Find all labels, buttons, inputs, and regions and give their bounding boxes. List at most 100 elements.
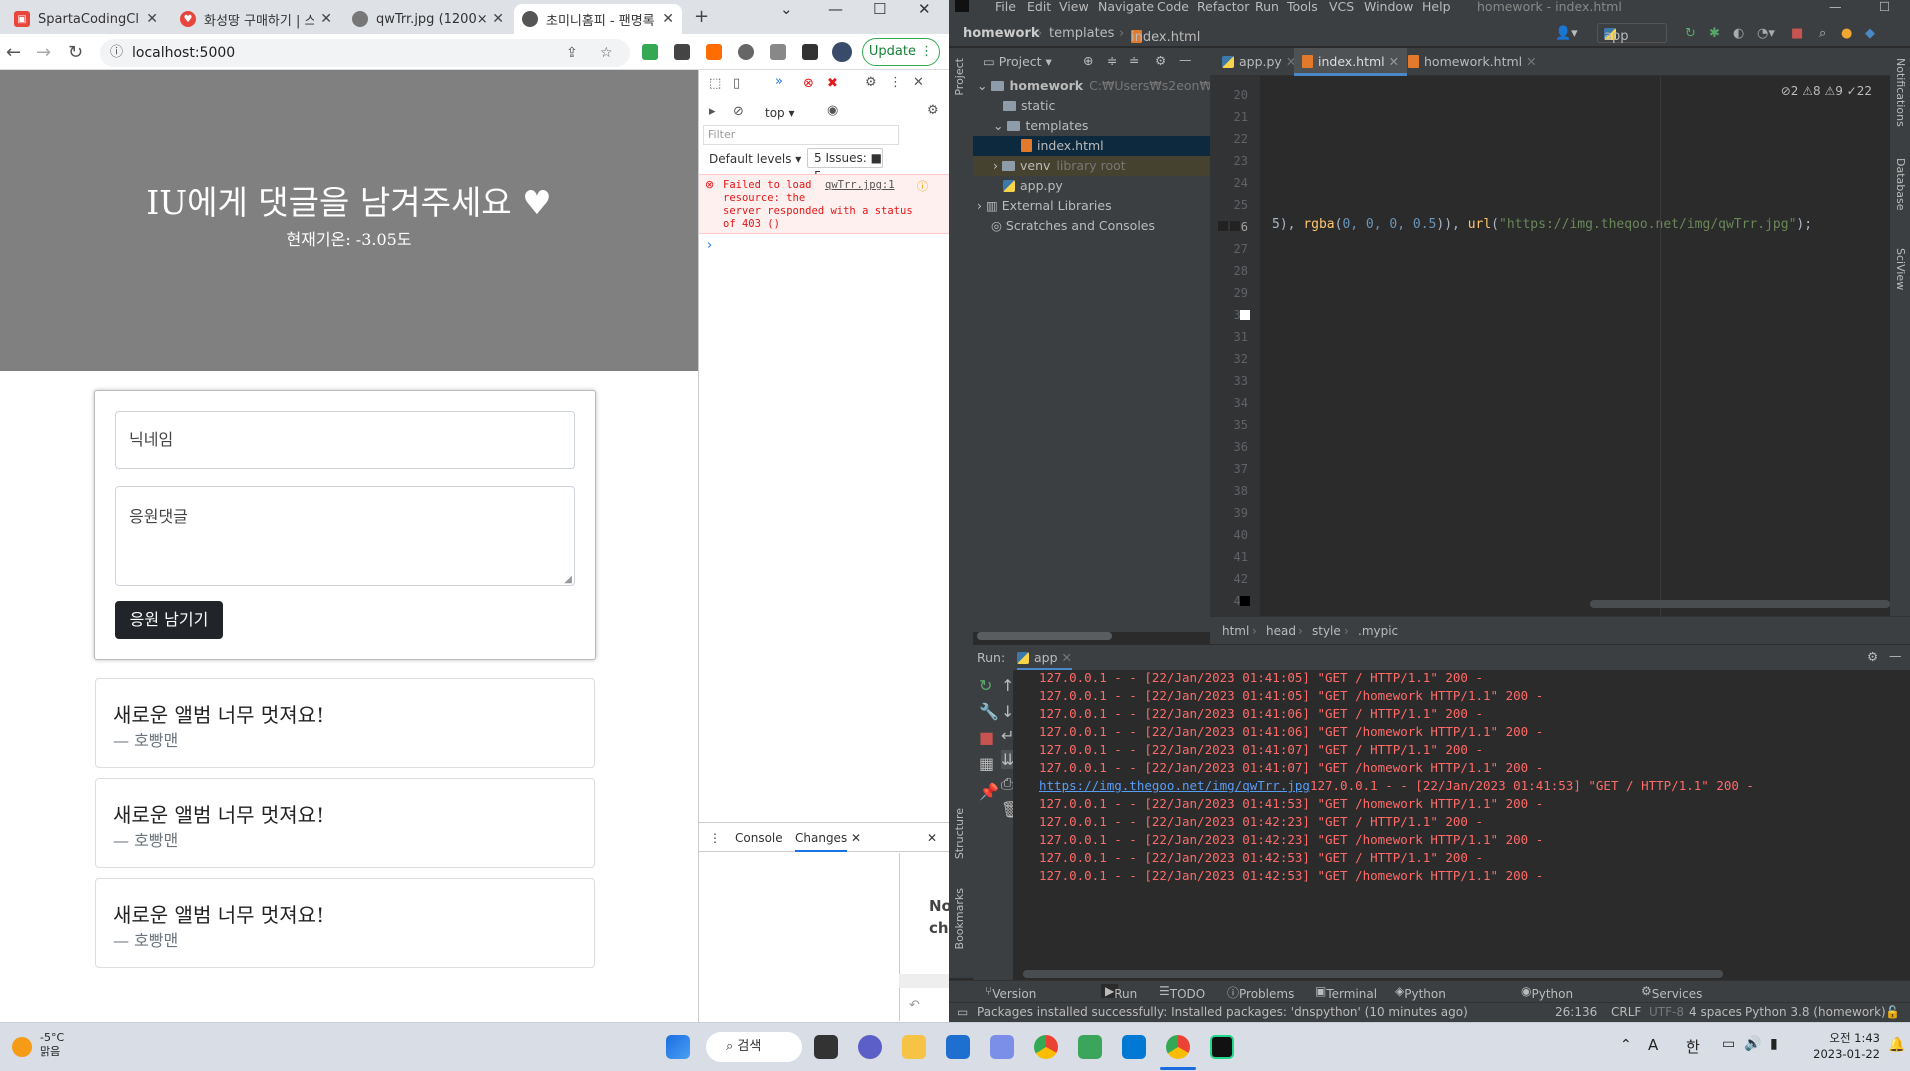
run-settings-icon[interactable]: ⚙ — [1867, 649, 1878, 664]
run-console-output[interactable]: 127.0.0.1 - - [22/Jan/2023 01:41:05] "GE… — [1013, 670, 1910, 980]
menu-run[interactable]: Run — [1255, 0, 1279, 14]
volume-icon[interactable]: 🔊 — [1744, 1036, 1761, 1052]
reload-icon[interactable]: ↻ — [68, 42, 83, 63]
tree-item-static[interactable]: static — [1003, 96, 1055, 116]
file-encoding[interactable]: UTF-8 — [1649, 1005, 1684, 1019]
crumb-mypic[interactable]: .mypic — [1358, 624, 1398, 638]
database-tool-button[interactable]: Database — [1894, 158, 1907, 211]
file-explorer-icon[interactable] — [902, 1035, 926, 1059]
font-icon[interactable]: A — [1648, 1036, 1658, 1054]
info-icon[interactable]: ⓘ — [110, 39, 123, 67]
taskbar-search[interactable]: ⌕ 검색 — [706, 1032, 802, 1062]
weather-widget[interactable]: -5°C 맑음 — [40, 1031, 64, 1059]
project-tool-button[interactable]: Project — [953, 58, 966, 96]
todo-tool[interactable]: ☰ TODO — [1159, 984, 1205, 1001]
avatar[interactable] — [832, 42, 852, 62]
start-windows-icon[interactable] — [666, 1035, 690, 1059]
battery-icon[interactable]: ▮ — [1770, 1036, 1778, 1052]
update-button[interactable]: Update ⋮ — [862, 38, 940, 66]
close-run-tab-icon[interactable]: ✕ — [1062, 650, 1072, 665]
resize-handle-icon[interactable]: ◢ — [564, 574, 572, 585]
tab-minihompy[interactable]: 초미니홈피 - 팬명록 ✕ — [514, 4, 682, 34]
log-levels-dropdown[interactable]: Default levels ▾ — [709, 150, 801, 168]
tree-item-external-libraries[interactable]: › ▥ External Libraries — [977, 196, 1112, 216]
pin-icon[interactable]: 📌 — [979, 782, 999, 801]
issues-count-icon[interactable]: ✖ — [827, 76, 838, 91]
maximize-icon[interactable]: ☐ — [873, 0, 886, 18]
tab-image[interactable]: qwTrr.jpg (1200×6 ✕ — [344, 4, 512, 34]
structure-tool-button[interactable]: Structure — [953, 808, 966, 859]
stop-icon[interactable]: ■ — [979, 728, 994, 747]
menu-code[interactable]: Code — [1157, 0, 1189, 14]
python-packages-tool[interactable]: ◈ Python Packages — [1395, 984, 1460, 1015]
print-icon[interactable]: ⎙ — [1001, 774, 1014, 794]
tab-console[interactable]: Console — [735, 831, 783, 845]
layout-icon[interactable]: ▦ — [979, 754, 994, 773]
ide-maximize-icon[interactable]: ☐ — [1879, 0, 1890, 14]
close-tab-icon[interactable]: ✕ — [146, 11, 158, 27]
minimize-icon[interactable]: — — [828, 0, 843, 18]
bookmark-star-icon[interactable]: ☆ — [600, 39, 613, 67]
clear-console-icon[interactable]: ⊘ — [733, 104, 744, 119]
console-horizontal-scrollbar[interactable] — [1023, 970, 1723, 978]
ide-update-icon[interactable]: ● — [1841, 26, 1852, 41]
tree-root-homework[interactable]: ⌄ homework C:₩Users₩s2eon₩Deskt — [977, 76, 1248, 96]
code-editor[interactable]: 5), rgba(0, 0, 0, 0.5)), url("https://im… — [1260, 76, 1910, 616]
settings-gear-icon[interactable]: ⚙ — [865, 75, 877, 90]
inspection-widget[interactable]: ⊘2 ⚠8 ⚠9 ✓22 — [1781, 84, 1872, 98]
snipping-tool-icon[interactable] — [1078, 1035, 1102, 1059]
app-icon[interactable] — [990, 1035, 1014, 1059]
log-url-link[interactable]: https://img.thegoo.net/img/qwTrr.jpg — [1039, 778, 1310, 793]
menu-navigate[interactable]: Navigate — [1098, 0, 1154, 14]
vcs-user-icon[interactable]: 👤▾ — [1555, 26, 1578, 41]
menu-edit[interactable]: Edit — [1027, 0, 1051, 14]
error-source-link[interactable]: qwTrr.jpg:1 — [825, 179, 895, 191]
ime-indicator[interactable]: 한 — [1686, 1036, 1700, 1057]
tab-spartacodingclub[interactable]: ▣ SpartaCodingClub ✕ — [6, 4, 166, 34]
crumb-style[interactable]: style — [1312, 624, 1341, 638]
kebab-menu-icon[interactable]: ⋮ — [889, 75, 902, 90]
menu-refactor[interactable]: Refactor — [1197, 0, 1249, 14]
network-icon[interactable]: ▭ — [1722, 1036, 1735, 1052]
project-view-dropdown[interactable]: ▭ Project ▾ — [983, 54, 1052, 69]
rerun-icon[interactable]: ↻ — [979, 676, 992, 695]
indent-setting[interactable]: 4 spaces — [1689, 1005, 1742, 1019]
nickname-input[interactable]: 닉네임 — [115, 411, 575, 469]
tab-index-html[interactable]: index.html ✕ — [1294, 48, 1408, 76]
inspect-element-icon[interactable]: ⬚ — [709, 76, 721, 91]
python-interpreter[interactable]: Python 3.8 (homework) — [1745, 1005, 1886, 1019]
collapse-all-icon[interactable]: ≐ — [1129, 53, 1139, 68]
tab-search-icon[interactable]: ⌄ — [780, 0, 793, 18]
search-everywhere-icon[interactable]: ⌕ — [1819, 26, 1826, 41]
hide-run-panel-icon[interactable]: — — [1889, 648, 1902, 663]
code-line-26[interactable]: 5), rgba(0, 0, 0, 0.5)), url("https://im… — [1272, 217, 1812, 232]
tree-item-templates[interactable]: ⌄ templates — [993, 116, 1088, 136]
forward-icon[interactable]: → — [36, 42, 51, 63]
tree-item-scratches[interactable]: ◎ Scratches and Consoles — [991, 216, 1155, 236]
jetbrains-ai-icon[interactable]: ◆ — [1865, 26, 1875, 41]
chat-icon[interactable] — [858, 1035, 882, 1059]
reading-list-icon[interactable] — [770, 44, 786, 60]
menu-help[interactable]: Help — [1422, 0, 1451, 14]
bookmarks-tool-button[interactable]: Bookmarks — [953, 888, 966, 949]
notifications-tool-button[interactable]: Notifications — [1894, 58, 1907, 127]
coverage-icon[interactable]: ◐ — [1733, 26, 1744, 41]
line-separator[interactable]: CRLF — [1611, 1005, 1641, 1019]
menu-window[interactable]: Window — [1364, 0, 1413, 14]
issues-button[interactable]: 5 Issues: ■ 5 — [807, 148, 883, 183]
run-tool[interactable]: ▶ Run — [1101, 984, 1137, 1001]
editor-horizontal-scrollbar[interactable] — [1590, 600, 1890, 608]
caret-position[interactable]: 26:136 — [1555, 1005, 1597, 1019]
pycharm-icon[interactable] — [1210, 1035, 1234, 1059]
services-tool[interactable]: ⚙ Services — [1641, 984, 1702, 1001]
stop-icon[interactable]: ■ — [1791, 26, 1803, 41]
run-tab-app[interactable]: app ✕ — [1017, 650, 1072, 670]
extensions-puzzle-icon[interactable] — [738, 44, 754, 60]
side-panel-icon[interactable] — [802, 44, 818, 60]
horizontal-scrollbar[interactable] — [899, 974, 949, 988]
wrench-icon[interactable]: 🔧 — [979, 702, 999, 721]
new-tab-icon[interactable]: + — [694, 6, 709, 27]
close-tab-icon[interactable]: ✕ — [1389, 54, 1399, 69]
version-control-tool[interactable]: ⑂ Version Control — [985, 984, 1036, 1015]
color-swatch-icon[interactable] — [1230, 221, 1240, 231]
